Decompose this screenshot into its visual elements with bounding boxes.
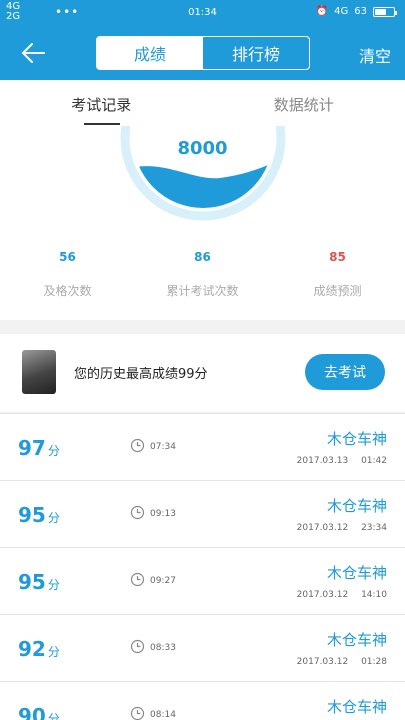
list-item[interactable]: 95 分 09:27 木仓车神 2017.03.12 14:10	[0, 547, 405, 614]
list-item[interactable]: 95 分 09:13 木仓车神 2017.03.12 23:34	[0, 480, 405, 547]
clock-icon	[130, 706, 145, 720]
avatar	[22, 350, 56, 394]
record-duration: 08:33	[150, 643, 176, 653]
best-score-text: 您的历史最高成绩99分	[74, 367, 208, 382]
score-value: 90	[18, 704, 46, 720]
record-date: 2017.03.12 23:34	[296, 523, 387, 533]
stat-value: 85	[329, 250, 346, 264]
tab-data-statistics[interactable]: 数据统计	[203, 80, 405, 126]
record-date: 2017.03.12 14:10	[296, 590, 387, 600]
stat-prediction: 85 成绩预测	[270, 250, 405, 299]
score-unit: 分	[47, 712, 60, 720]
record-name: 木仓车神	[326, 631, 387, 649]
stat-label: 累计考试次数	[166, 284, 239, 298]
status-bar: 4G 2G ••• 01:34 ⏰ 4G 63	[0, 0, 405, 26]
title-bar: 成绩 排行榜 清空	[0, 26, 405, 80]
clock-icon	[130, 572, 145, 587]
score-unit: 分	[47, 645, 60, 659]
record-duration: 07:34	[150, 442, 176, 452]
record-score: 95 分	[18, 570, 60, 594]
tab-exam-records[interactable]: 考试记录	[0, 80, 203, 126]
list-item[interactable]: 92 分 08:33 木仓车神 2017.03.12 01:28	[0, 614, 405, 681]
score-value: 95	[18, 503, 46, 527]
segment-control: 成绩 排行榜	[96, 36, 310, 70]
network-label-right: 4G	[334, 6, 349, 17]
go-exam-button[interactable]: 去考试	[305, 354, 385, 390]
list-item[interactable]: 97 分 07:34 木仓车神 2017.03.13 01:42	[0, 413, 405, 480]
alarm-icon: ⏰	[315, 6, 329, 17]
arrow-left-icon	[21, 43, 45, 63]
score-unit: 分	[47, 511, 60, 525]
clock-icon	[130, 505, 145, 520]
score-value: 92	[18, 637, 46, 661]
stat-value: 56	[59, 250, 76, 264]
stat-label: 成绩预测	[313, 284, 362, 298]
record-name: 木仓车神	[326, 430, 387, 448]
record-date: 2017.03.12 01:28	[296, 657, 387, 667]
battery-icon	[373, 6, 397, 17]
clock-icon	[130, 639, 145, 654]
record-duration: 09:27	[150, 576, 176, 586]
score-unit: 分	[47, 444, 60, 458]
back-button[interactable]	[18, 38, 50, 68]
list-item[interactable]: 90 分 08:14 木仓车神	[0, 681, 405, 720]
clear-button[interactable]: 清空	[359, 43, 391, 67]
stats-row: 56 及格次数 86 累计考试次数 85 成绩预测	[0, 250, 405, 299]
record-name: 木仓车神	[326, 564, 387, 582]
record-date: 2017.03.13 01:42	[296, 456, 387, 466]
record-score: 95 分	[18, 503, 60, 527]
battery-percent: 63	[354, 6, 367, 17]
record-list: 97 分 07:34 木仓车神 2017.03.13 01:42 95 分 09:1…	[0, 413, 405, 720]
record-score: 92 分	[18, 637, 60, 661]
record-name: 木仓车神	[326, 497, 387, 515]
record-score: 90 分	[18, 704, 60, 720]
record-duration: 08:14	[150, 710, 176, 720]
stat-total-exams: 86 累计考试次数	[135, 250, 270, 299]
segment-scores[interactable]: 成绩	[97, 37, 203, 69]
stat-label: 及格次数	[43, 284, 92, 298]
score-value: 95	[18, 570, 46, 594]
record-name: 木仓车神	[326, 698, 387, 716]
stat-passed: 56 及格次数	[0, 250, 135, 299]
clock-icon	[130, 438, 145, 453]
total-score: 8000	[177, 138, 228, 159]
stat-value: 86	[194, 250, 211, 264]
record-score: 97 分	[18, 436, 60, 460]
best-score-banner: 您的历史最高成绩99分 去考试	[0, 334, 405, 412]
score-summary: 8000 56 及格次数 86 累计考试次数 85 成绩预测	[0, 126, 405, 320]
tab-bar: 考试记录 数据统计	[0, 80, 405, 126]
record-duration: 09:13	[150, 509, 176, 519]
score-unit: 分	[47, 578, 60, 592]
segment-ranking[interactable]: 排行榜	[203, 37, 309, 69]
score-value: 97	[18, 436, 46, 460]
